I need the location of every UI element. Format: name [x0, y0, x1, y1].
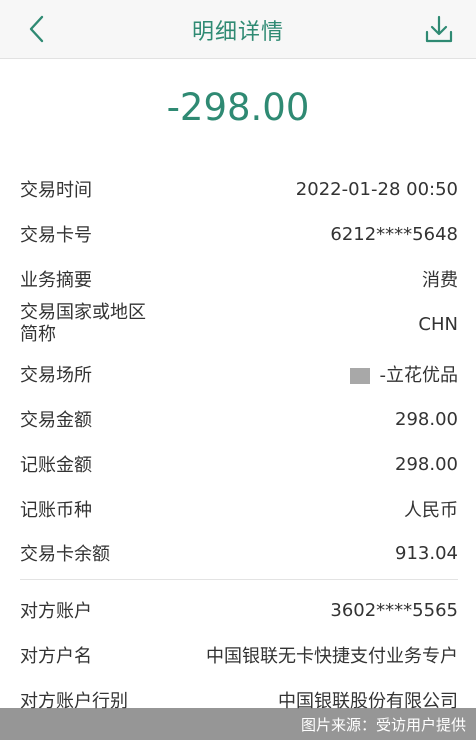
detail-label: 对方户名 [20, 646, 92, 667]
watermark-text: 图片来源：受访用户提供 [300, 716, 466, 734]
top-bar: 明细详情 [0, 0, 476, 59]
detail-row-currency: 记账币种 人民币 [20, 496, 458, 522]
detail-row-counter-name: 对方户名 中国银联无卡快捷支付业务专户 [20, 642, 458, 668]
detail-label: 交易金额 [20, 410, 92, 431]
detail-value: 913.04 [395, 542, 458, 564]
detail-row-booked-amount: 记账金额 298.00 [20, 451, 458, 477]
detail-value: 消费 [422, 270, 458, 291]
detail-value: 298.00 [395, 453, 458, 475]
detail-row-card: 交易卡号 6212****5648 [20, 221, 458, 247]
detail-label: 交易卡号 [20, 225, 92, 246]
image-source-watermark: 图片来源：受访用户提供 [0, 708, 476, 740]
transaction-amount: -298.00 [166, 86, 310, 129]
page-title: 明细详情 [191, 20, 284, 45]
detail-label: 交易场所 [20, 365, 92, 386]
detail-value: 298.00 [395, 408, 458, 430]
detail-label: 交易时间 [20, 180, 92, 201]
detail-row-merchant: 交易场所 -立花优品 [20, 361, 458, 387]
detail-value: 人民币 [404, 500, 458, 521]
detail-value: 3602****5565 [330, 599, 458, 621]
download-icon [425, 15, 453, 43]
detail-row-counter-account: 对方账户 3602****5565 [20, 597, 458, 623]
detail-value: 6212****5648 [330, 223, 458, 245]
detail-value: CHN [418, 313, 458, 335]
detail-row-summary: 业务摘要 消费 [20, 266, 458, 292]
detail-label: 交易国家或地区 简称 [20, 302, 146, 346]
detail-row-trade-amount: 交易金额 298.00 [20, 406, 458, 432]
merchant-name: -立花优品 [379, 365, 459, 386]
detail-value: 2022-01-28 00:50 [295, 178, 458, 200]
detail-row-country: 交易国家或地区 简称 CHN [20, 302, 458, 346]
detail-row-time: 交易时间 2022-01-28 00:50 [20, 176, 458, 202]
detail-label: 记账金额 [20, 455, 92, 476]
detail-label-line1: 交易国家或地区 [20, 302, 146, 323]
redaction-block [349, 368, 370, 384]
detail-label: 记账币种 [20, 500, 92, 521]
detail-label-line2: 简称 [20, 324, 56, 345]
detail-value: -立花优品 [349, 361, 459, 387]
detail-label: 交易卡余额 [20, 544, 110, 565]
detail-label: 对方账户 [20, 601, 92, 622]
detail-value: 中国银联无卡快捷支付业务专户 [206, 646, 458, 667]
detail-label: 业务摘要 [20, 270, 92, 291]
detail-row-balance: 交易卡余额 913.04 [20, 540, 458, 566]
section-divider [20, 579, 458, 580]
download-button[interactable] [420, 10, 458, 48]
